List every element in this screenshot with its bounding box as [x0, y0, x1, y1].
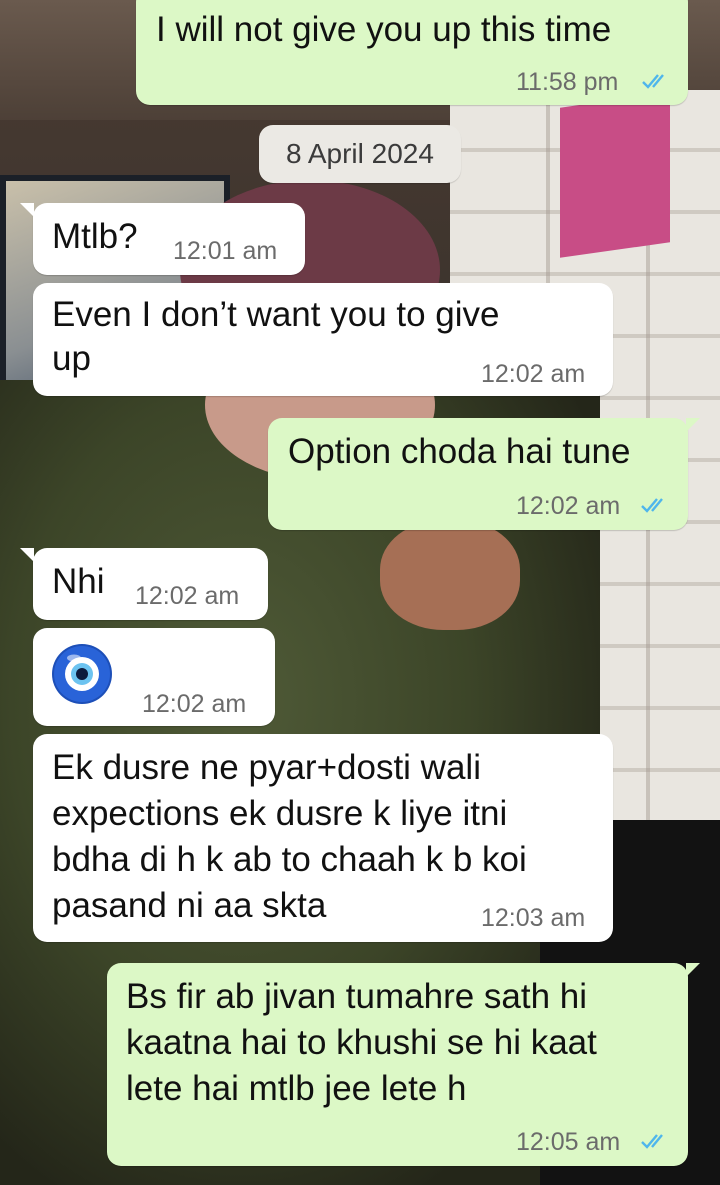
message-text-line: pasand ni aa skta — [52, 886, 327, 925]
message-bubble-incoming[interactable]: Mtlb? 12:01 am — [20, 203, 305, 275]
message-text: Mtlb? — [52, 217, 138, 256]
message-text-line: Ek dusre ne pyar+dosti wali — [52, 748, 481, 787]
read-receipt-icon — [642, 74, 664, 89]
message-time: 12:02 am — [135, 582, 240, 610]
message-text-line: up — [52, 339, 91, 378]
message-bubble-outgoing[interactable]: Option choda hai tune 12:02 am — [268, 418, 700, 530]
message-time: 11:58 pm — [516, 68, 619, 96]
wallpaper-second-head — [380, 520, 520, 630]
message-time: 12:01 am — [173, 237, 278, 265]
read-receipt-icon — [641, 1134, 663, 1149]
nazar-amulet-icon — [52, 644, 112, 704]
message-time: 12:02 am — [142, 690, 247, 718]
message-bubble-incoming[interactable]: Nhi 12:02 am — [20, 548, 268, 620]
message-time: 12:05 am — [516, 1128, 621, 1156]
bubble-tail — [686, 963, 700, 977]
bubble-tail — [20, 203, 34, 217]
bubble-tail — [686, 418, 700, 432]
message-text: I will not give you up this time — [156, 10, 612, 49]
message-text-line: lete hai mtlb jee lete h — [126, 1069, 467, 1108]
wallpaper-pink-sign — [560, 92, 670, 258]
message-text: Option choda hai tune — [288, 432, 631, 471]
message-time: 12:02 am — [481, 360, 586, 388]
date-divider: 8 April 2024 — [259, 125, 461, 183]
message-text-line: Even I don’t want you to give — [52, 295, 500, 334]
message-bubble-incoming[interactable]: Even I don’t want you to give up 12:02 a… — [33, 283, 613, 396]
message-bubble-outgoing[interactable]: Bs fir ab jivan tumahre sath hi kaatna h… — [107, 963, 700, 1166]
message-time: 12:02 am — [516, 492, 621, 520]
message-time: 12:03 am — [481, 904, 586, 932]
message-text-line: bdha di h k ab to chaah k b koi — [52, 840, 527, 879]
read-receipt-icon — [641, 498, 663, 513]
message-text-line: kaatna hai to khushi se hi kaat — [126, 1023, 597, 1062]
message-text-line: Bs fir ab jivan tumahre sath hi — [126, 977, 588, 1016]
bubble-tail — [20, 548, 34, 562]
message-bubble-outgoing[interactable]: I will not give you up this time 11:58 p… — [136, 0, 688, 105]
message-bubble-incoming[interactable]: 12:02 am — [33, 628, 275, 726]
message-bubble-incoming[interactable]: Ek dusre ne pyar+dosti wali expections e… — [33, 734, 613, 942]
message-text: Nhi — [52, 562, 105, 601]
message-text-line: expections ek dusre k liye itni — [52, 794, 508, 833]
